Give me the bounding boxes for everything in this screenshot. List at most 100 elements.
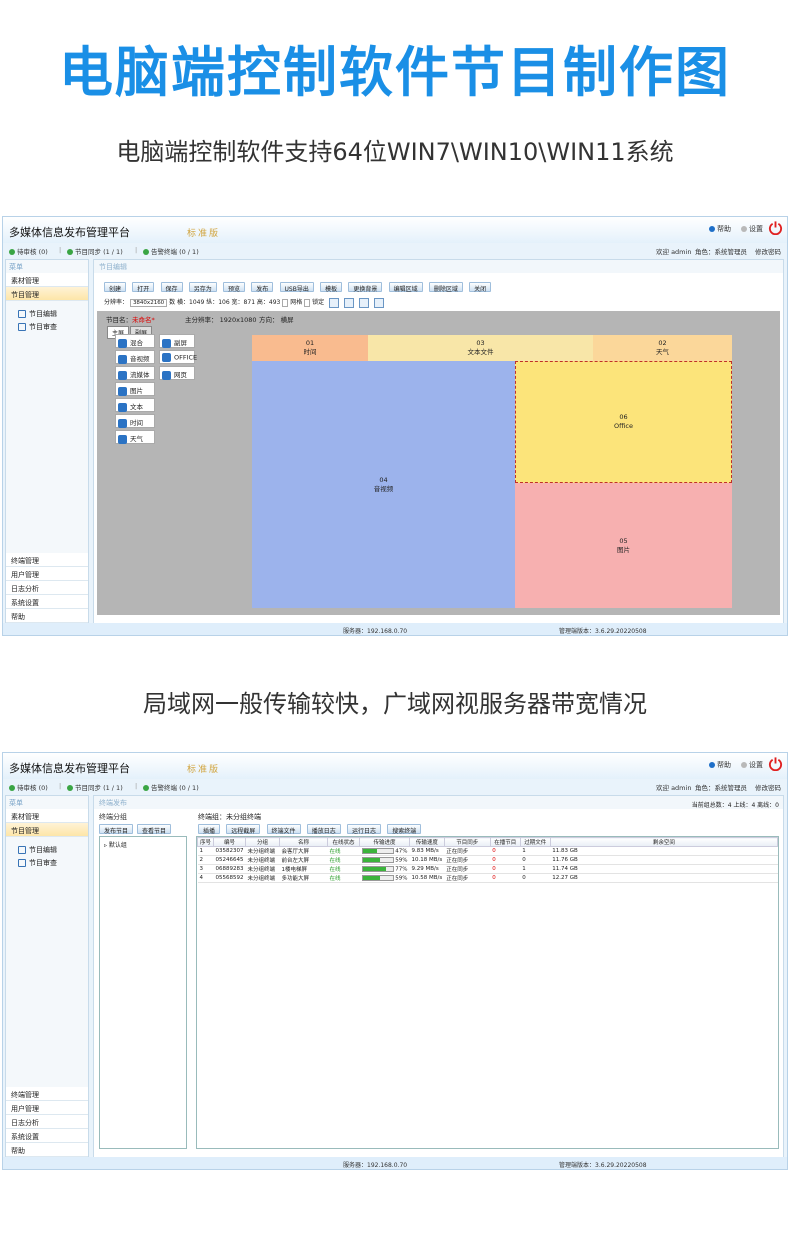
alarm-status[interactable]: 告警终端 (0 / 1): [143, 246, 199, 256]
zone-03-text[interactable]: 03 文本文件: [368, 335, 593, 361]
power-icon[interactable]: [768, 220, 783, 235]
sidebar-sub-edit[interactable]: 节目编辑: [6, 307, 88, 320]
widget-stream[interactable]: 流媒体: [115, 366, 155, 380]
sidebar-item-material[interactable]: 素材管理: [6, 273, 88, 287]
help-icon: [709, 762, 715, 768]
col-playing[interactable]: 在播节目: [489, 837, 521, 847]
settings-link[interactable]: 设置: [741, 760, 763, 770]
widget-mixed[interactable]: 混合: [115, 334, 155, 348]
align-center-icon[interactable]: [343, 297, 354, 308]
publish-button[interactable]: 发布: [251, 282, 274, 293]
widget-sub-screen[interactable]: 副屏: [159, 334, 195, 348]
zone-05-image[interactable]: 05 图片: [515, 483, 732, 608]
resolution-select[interactable]: 3840x2160: [129, 298, 168, 307]
settings-link[interactable]: 设置: [741, 224, 763, 234]
open-button[interactable]: 打开: [132, 282, 155, 293]
sidebar-item-users[interactable]: 用户管理: [6, 1101, 88, 1115]
help-link[interactable]: 帮助: [709, 224, 731, 234]
zone-01-time[interactable]: 01 时间: [252, 335, 368, 361]
zone-02-weather[interactable]: 02 天气: [593, 335, 732, 361]
create-button[interactable]: 创建: [104, 282, 127, 293]
alarm-status[interactable]: 告警终端 (0 / 1): [143, 782, 199, 792]
pending-status[interactable]: 待审核 (0): [9, 246, 48, 256]
save-as-button[interactable]: 另存为: [188, 282, 217, 293]
col-group[interactable]: 分组: [245, 837, 280, 847]
align-right-icon[interactable]: [358, 297, 369, 308]
col-space[interactable]: 剩余空间: [549, 837, 779, 847]
change-password-link[interactable]: 修改密码: [755, 782, 781, 792]
remote-screenshot-button[interactable]: 远程截屏: [226, 824, 261, 835]
sidebar-item-logs[interactable]: 日志分析: [6, 1115, 88, 1129]
col-index[interactable]: 序号: [197, 837, 214, 847]
sidebar-item-program[interactable]: 节目管理: [6, 823, 88, 837]
cell-sync: 正在同步: [444, 864, 491, 874]
cell-online: 在线: [327, 846, 360, 856]
distribute-icon[interactable]: [373, 297, 384, 308]
sidebar-item-users[interactable]: 用户管理: [6, 567, 88, 581]
col-progress[interactable]: 传输进度: [359, 837, 410, 847]
col-sync[interactable]: 节目同步: [443, 837, 491, 847]
widget-webpage[interactable]: 网页: [159, 366, 195, 380]
sidebar-sub-review[interactable]: 节目审查: [6, 856, 88, 869]
sidebar-item-logs[interactable]: 日志分析: [6, 581, 88, 595]
col-name[interactable]: 名称: [279, 837, 328, 847]
interstitial-button[interactable]: 插播: [198, 824, 221, 835]
save-button[interactable]: 保存: [160, 282, 183, 293]
sidebar-item-help[interactable]: 帮助: [6, 1143, 88, 1157]
usb-export-button[interactable]: USB导出: [279, 282, 314, 293]
col-speed[interactable]: 传输速度: [408, 837, 445, 847]
view-program-button[interactable]: 查看节目: [137, 824, 172, 835]
change-password-link[interactable]: 修改密码: [755, 246, 781, 256]
col-id[interactable]: 编号: [213, 837, 246, 847]
widget-office[interactable]: OFFICE: [159, 350, 197, 364]
zone-label: 时间: [303, 348, 317, 356]
publish-program-button[interactable]: 发布节目: [99, 824, 134, 835]
power-icon[interactable]: [768, 756, 783, 771]
change-background-button[interactable]: 更换背景: [348, 282, 383, 293]
grid-checkbox[interactable]: [282, 298, 289, 307]
run-log-button[interactable]: 运行日志: [347, 824, 382, 835]
sidebar-sub-review[interactable]: 节目审查: [6, 320, 88, 333]
close-button[interactable]: 关闭: [469, 282, 492, 293]
pending-status[interactable]: 待审核 (0): [9, 782, 48, 792]
table-row[interactable]: 3 06889283 未分组终端 1楼电梯屏 在线 77% 9.29 MB/s …: [197, 864, 778, 874]
sidebar-item-help[interactable]: 帮助: [6, 609, 88, 623]
table-row[interactable]: 2 05246645 未分组终端 前台左大屏 在线 59% 10.18 MB/s…: [197, 855, 778, 865]
program-name-value[interactable]: 未命名*: [132, 316, 155, 324]
help-label: 帮助: [717, 225, 731, 233]
sync-status[interactable]: 节目同步 (1 / 1): [67, 246, 123, 256]
sidebar-sub-edit-label: 节目编辑: [29, 310, 57, 318]
sync-status[interactable]: 节目同步 (1 / 1): [67, 782, 123, 792]
sidebar-item-program[interactable]: 节目管理: [6, 287, 88, 301]
sidebar-sub-edit[interactable]: 节目编辑: [6, 843, 88, 856]
lock-checkbox[interactable]: [304, 298, 311, 307]
widget-image[interactable]: 图片: [115, 382, 155, 396]
template-dropdown[interactable]: 模板: [320, 282, 343, 293]
edit-area-button[interactable]: 编辑区域: [388, 282, 423, 293]
sidebar-item-settings[interactable]: 系统设置: [6, 1129, 88, 1143]
terminal-files-button[interactable]: 终端文件: [266, 824, 301, 835]
widget-text[interactable]: 文本: [115, 398, 155, 412]
sidebar-item-terminal[interactable]: 终端管理: [6, 1087, 88, 1101]
group-tree-default[interactable]: ▹ 默认组: [100, 837, 186, 852]
table-row[interactable]: 4 05568592 未分组终端 多功能大屏 在线 59% 10.58 MB/s…: [197, 873, 778, 883]
help-link[interactable]: 帮助: [709, 760, 731, 770]
search-terminal-button[interactable]: 搜索终端: [387, 824, 422, 835]
widget-video[interactable]: 音视频: [115, 350, 155, 364]
delete-area-button[interactable]: 删除区域: [428, 282, 463, 293]
col-online[interactable]: 在线状态: [327, 837, 360, 847]
zone-04-video[interactable]: 04 音视频: [252, 361, 515, 608]
progress-text: 59%: [395, 857, 408, 864]
terminal-buttons: 插播 远程截屏 终端文件 播放日志 运行日志 搜索终端: [198, 824, 425, 835]
align-left-icon[interactable]: [329, 297, 340, 308]
preview-button[interactable]: 预览: [223, 282, 246, 293]
col-expired[interactable]: 过期文件: [519, 837, 551, 847]
sidebar-item-material[interactable]: 素材管理: [6, 809, 88, 823]
sidebar-item-settings[interactable]: 系统设置: [6, 595, 88, 609]
play-log-button[interactable]: 播放日志: [306, 824, 341, 835]
table-row[interactable]: 1 03582307 未分组终端 会客厅大屏 在线 47% 9.83 MB/s …: [197, 846, 778, 856]
sidebar-item-terminal[interactable]: 终端管理: [6, 553, 88, 567]
zone-06-office[interactable]: 06 Office: [515, 361, 732, 483]
widget-weather[interactable]: 天气: [115, 430, 155, 444]
widget-time[interactable]: 时间: [115, 414, 155, 428]
